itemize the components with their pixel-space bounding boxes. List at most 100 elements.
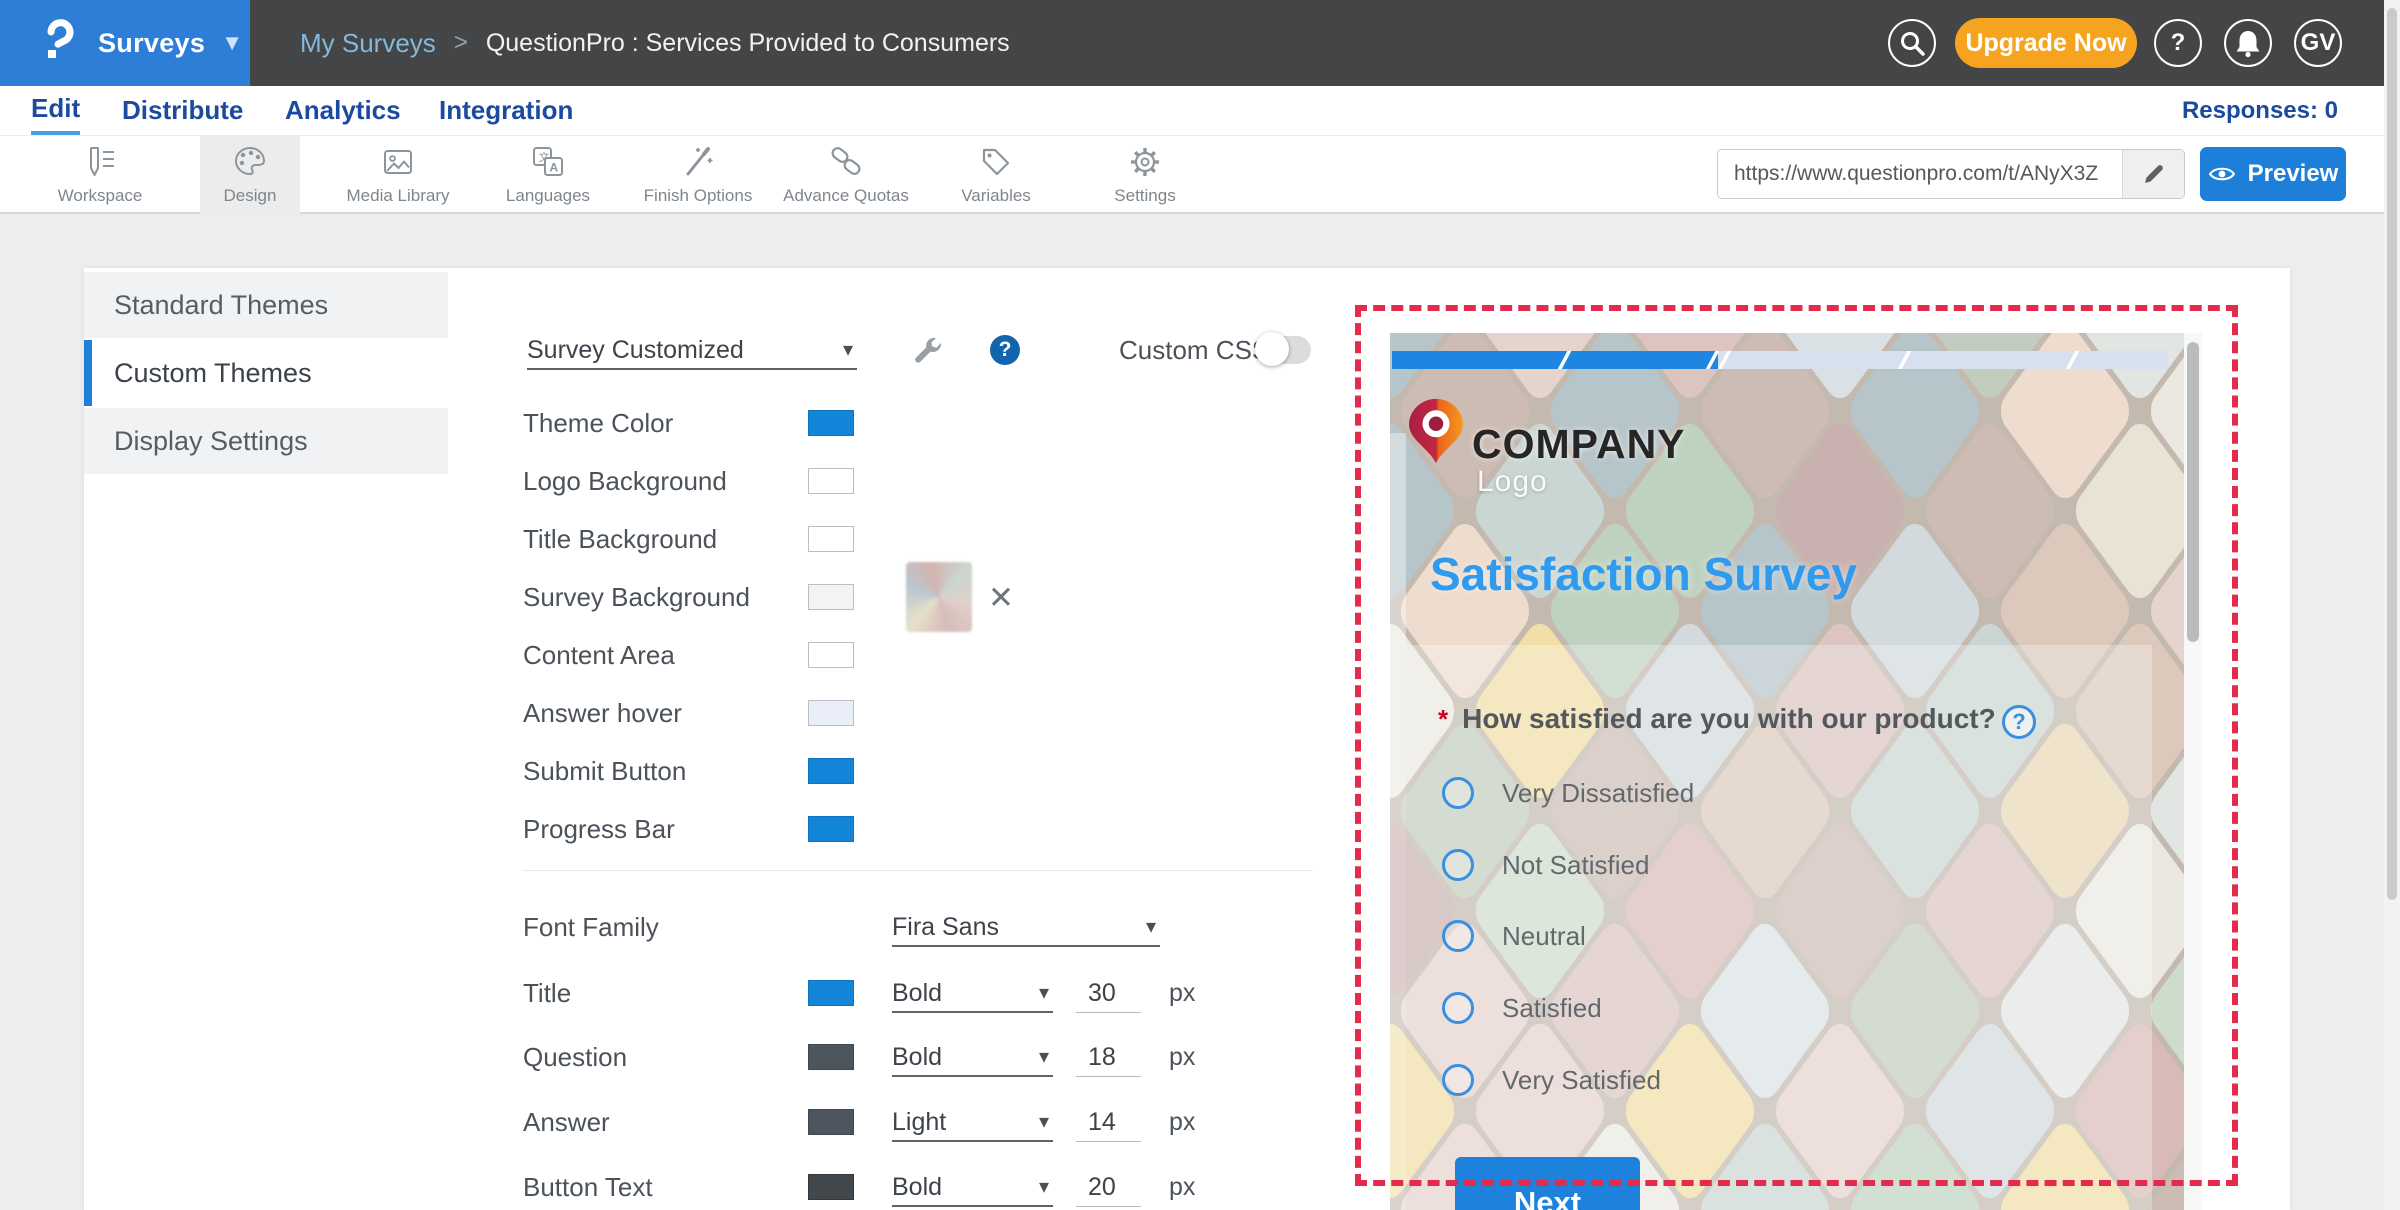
theme-help-icon[interactable]: ? <box>990 335 1020 365</box>
sidebar-item-custom-themes[interactable]: Custom Themes <box>84 340 448 406</box>
color-row-logo-background: Logo Background <box>523 461 1313 501</box>
next-button[interactable]: Next <box>1455 1157 1640 1210</box>
font-row-answer: Answer Light 14 px <box>523 1102 1313 1142</box>
toolbar-item-advance-quotas[interactable]: Advance Quotas <box>771 136 921 214</box>
search-button[interactable] <box>1888 19 1936 67</box>
font-color-swatch[interactable] <box>808 1044 854 1070</box>
survey-preview: COMPANY Logo Satisfaction Survey *How sa… <box>1378 333 2202 1210</box>
radio-icon[interactable] <box>1442 849 1474 881</box>
survey-background-image-thumbnail[interactable] <box>906 562 972 632</box>
upgrade-now-button[interactable]: Upgrade Now <box>1955 18 2137 68</box>
survey-title: Satisfaction Survey <box>1430 547 1857 601</box>
preview-button[interactable]: Preview <box>2200 147 2346 201</box>
font-color-swatch[interactable] <box>808 1109 854 1135</box>
color-swatch[interactable] <box>808 700 854 726</box>
wrench-icon[interactable] <box>912 336 944 368</box>
avatar[interactable]: GV <box>2294 19 2342 67</box>
color-swatch[interactable] <box>808 410 854 436</box>
sidebar-item-display-settings[interactable]: Display Settings <box>84 408 448 474</box>
font-color-swatch[interactable] <box>808 1174 854 1200</box>
color-row-theme-color: Theme Color <box>523 403 1313 443</box>
font-size-input[interactable]: 14 <box>1076 1102 1141 1142</box>
required-asterisk: * <box>1438 704 1448 734</box>
survey-url-input[interactable] <box>1718 150 2122 198</box>
questionpro-logo-icon <box>38 18 80 69</box>
radio-icon[interactable] <box>1442 777 1474 809</box>
answer-option[interactable]: Very Satisfied <box>1442 1060 1661 1100</box>
chain-link-icon <box>827 144 865 180</box>
toolbar-item-workspace[interactable]: Workspace <box>25 136 175 214</box>
preview-scrollbar-thumb[interactable] <box>2187 342 2199 642</box>
color-swatch[interactable] <box>808 758 854 784</box>
color-swatch[interactable] <box>808 584 854 610</box>
color-swatch[interactable] <box>808 468 854 494</box>
dropdown-arrow-icon <box>843 330 853 370</box>
radio-icon[interactable] <box>1442 920 1474 952</box>
font-size-input[interactable]: 30 <box>1076 973 1141 1013</box>
tag-icon <box>977 144 1015 180</box>
app-window: Surveys ▼ My Surveys > QuestionPro : Ser… <box>0 0 2400 1210</box>
module-tabs: Edit Distribute Analytics Integration Re… <box>0 86 2400 136</box>
tab-analytics[interactable]: Analytics <box>285 86 401 135</box>
help-button[interactable]: ? <box>2154 19 2202 67</box>
eye-icon <box>2208 165 2236 183</box>
font-weight-select[interactable]: Bold <box>892 1167 1053 1207</box>
media-library-icon <box>379 144 417 180</box>
page-scrollbar-thumb[interactable] <box>2387 8 2397 900</box>
product-menu[interactable]: Surveys ▼ <box>0 0 250 86</box>
answer-option[interactable]: Neutral <box>1442 916 1586 956</box>
radio-icon[interactable] <box>1442 992 1474 1024</box>
gear-icon <box>1126 144 1164 180</box>
color-row-title-background: Title Background <box>523 519 1313 559</box>
font-size-unit: px <box>1169 1037 1195 1077</box>
color-row-content-area: Content Area <box>523 635 1313 675</box>
languages-icon: 文 A <box>529 144 567 180</box>
theme-select-row: Survey Customized ? Custom CSS <box>527 330 1427 370</box>
font-family-row: Font Family Fira Sans <box>523 907 1313 947</box>
color-swatch[interactable] <box>808 816 854 842</box>
color-swatch[interactable] <box>808 642 854 668</box>
radio-icon[interactable] <box>1442 1064 1474 1096</box>
theme-select[interactable]: Survey Customized <box>527 330 857 370</box>
font-weight-select[interactable]: Light <box>892 1102 1053 1142</box>
company-logo-pin-icon <box>1408 395 1464 467</box>
answer-option[interactable]: Satisfied <box>1442 988 1602 1028</box>
toolbar-item-settings[interactable]: Settings <box>1070 136 1220 214</box>
sidebar-item-standard-themes[interactable]: Standard Themes <box>84 272 448 338</box>
tab-integration[interactable]: Integration <box>439 86 573 135</box>
notifications-button[interactable] <box>2224 19 2272 67</box>
progress-bar-fill <box>1392 351 1718 369</box>
responses-count[interactable]: Responses: 0 <box>2182 86 2338 135</box>
font-row-button-text: Button Text Bold 20 px <box>523 1167 1313 1207</box>
progress-bar <box>1392 351 2168 369</box>
toolbar-item-finish-options[interactable]: Finish Options <box>623 136 773 214</box>
font-family-select[interactable]: Fira Sans <box>892 907 1160 947</box>
custom-css-toggle[interactable] <box>1259 336 1311 364</box>
toolbar-item-design[interactable]: Design <box>200 136 300 214</box>
app-menu-label: Surveys <box>98 28 205 59</box>
question-text: *How satisfied are you with our product? <box>1438 703 1996 735</box>
edit-url-button[interactable] <box>2122 150 2184 198</box>
tab-edit[interactable]: Edit <box>31 86 80 135</box>
toolbar-item-languages[interactable]: 文 A Languages <box>473 136 623 214</box>
bell-icon <box>2235 29 2261 57</box>
color-swatch[interactable] <box>808 526 854 552</box>
question-help-icon[interactable] <box>2002 705 2036 739</box>
font-weight-select[interactable]: Bold <box>892 973 1053 1013</box>
toolbar-item-media-library[interactable]: Media Library <box>323 136 473 214</box>
font-weight-select[interactable]: Bold <box>892 1037 1053 1077</box>
page-scrollbar-track[interactable] <box>2384 0 2400 1210</box>
font-color-swatch[interactable] <box>808 980 854 1006</box>
tab-distribute[interactable]: Distribute <box>122 86 243 135</box>
section-divider <box>523 870 1313 871</box>
font-size-input[interactable]: 20 <box>1076 1167 1141 1207</box>
color-row-submit-button: Submit Button <box>523 751 1313 791</box>
toolbar-item-variables[interactable]: Variables <box>921 136 1071 214</box>
answer-option[interactable]: Not Satisfied <box>1442 845 1649 885</box>
search-icon <box>1899 30 1925 56</box>
breadcrumb-my-surveys-link[interactable]: My Surveys <box>300 28 436 59</box>
workspace-icon <box>81 144 119 180</box>
remove-background-image-icon[interactable] <box>988 582 1014 613</box>
font-size-input[interactable]: 18 <box>1076 1037 1141 1077</box>
answer-option[interactable]: Very Dissatisfied <box>1442 773 1694 813</box>
